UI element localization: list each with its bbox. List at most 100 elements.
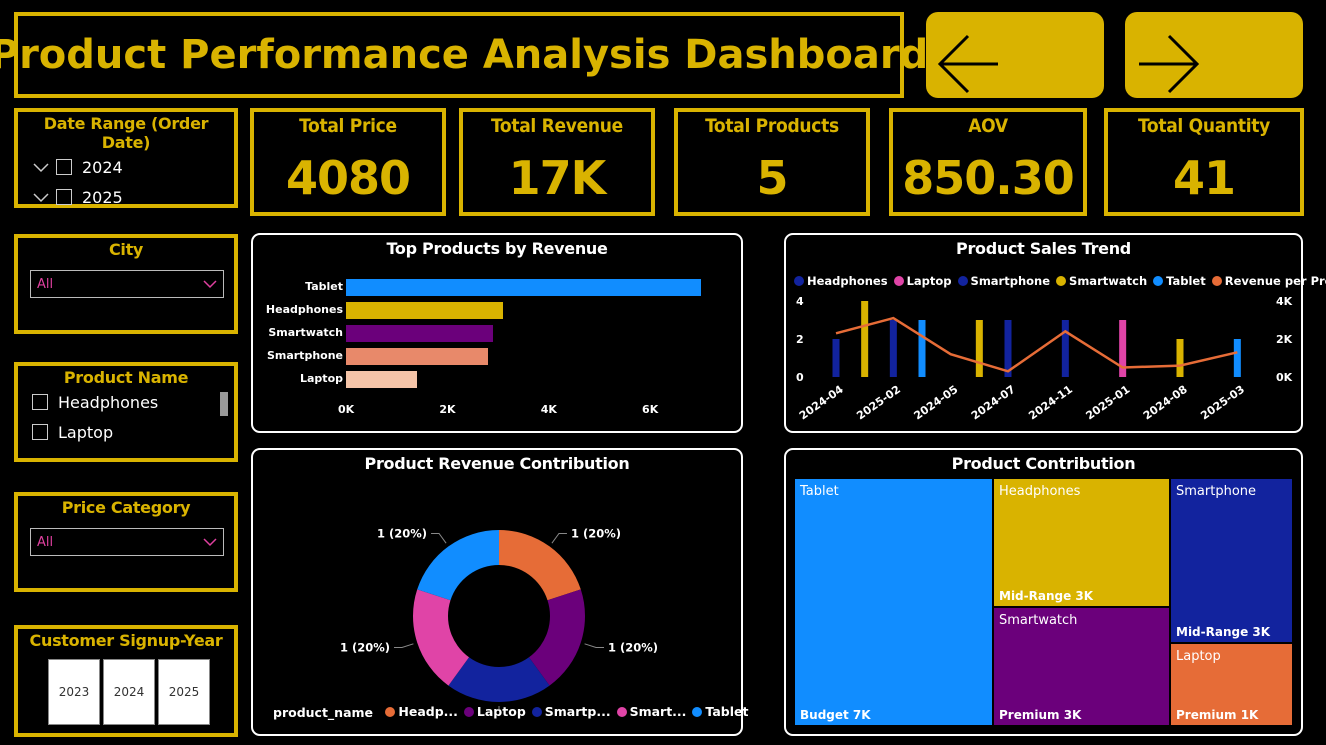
top-products-chart: Top Products by Revenue Tablet Headphones… xyxy=(251,233,743,433)
legend-label: Headphones xyxy=(807,274,888,288)
back-button[interactable] xyxy=(926,12,1104,98)
trend-bar[interactable] xyxy=(1061,320,1069,377)
bar[interactable] xyxy=(346,279,701,296)
chevron-down-icon xyxy=(203,538,217,547)
slicer-item-headphones[interactable]: Headphones xyxy=(18,387,234,417)
legend-dot xyxy=(1153,276,1164,286)
trend-bar[interactable] xyxy=(975,320,983,377)
tile-name: Tablet xyxy=(800,484,839,499)
checkbox[interactable] xyxy=(32,394,48,410)
legend-item[interactable]: Smartwatch xyxy=(1056,274,1147,288)
slicer-item-label: Laptop xyxy=(58,422,114,442)
slicer-item-label: 2025 xyxy=(82,187,123,207)
legend-label: Smartphone xyxy=(970,274,1051,288)
kpi-value: 850.30 xyxy=(902,151,1075,205)
bar-category-label: Headphones xyxy=(265,303,343,316)
slicer-title: Date Range (Order Date) xyxy=(43,114,209,152)
treemap-tile[interactable]: Headphones Mid-Range 3K xyxy=(993,478,1170,607)
tile-category-value: Mid-Range 3K xyxy=(999,589,1094,603)
kpi-label: Total Products xyxy=(705,115,839,137)
treemap-tile[interactable]: Smartwatch Premium 3K xyxy=(993,607,1170,726)
y-tick-label: 4 xyxy=(796,295,804,308)
slicer-item-laptop[interactable]: Laptop xyxy=(18,417,234,447)
slicer-item-2025[interactable]: 2025 xyxy=(18,182,234,212)
slicer-title: Price Category xyxy=(61,498,191,517)
data-label: 1 (20%) xyxy=(377,526,427,540)
chevron-down-icon xyxy=(203,280,217,289)
chart-title: Top Products by Revenue xyxy=(386,239,608,258)
year-tile-2024[interactable]: 2024 xyxy=(103,659,155,725)
bar[interactable] xyxy=(346,302,504,319)
kpi-value: 17K xyxy=(508,151,607,205)
legend-item[interactable]: Tablet xyxy=(1153,274,1206,288)
tile-name: Laptop xyxy=(1176,649,1221,664)
treemap-tile[interactable]: Tablet Budget 7K xyxy=(794,478,993,726)
slicer-item-label: 2024 xyxy=(82,157,123,177)
bar[interactable] xyxy=(346,325,493,342)
kpi-label: Total Revenue xyxy=(491,115,623,137)
slicer-item-2024[interactable]: 2024 xyxy=(18,152,234,182)
bar-category-label: Laptop xyxy=(300,372,343,385)
chevron-down-icon[interactable] xyxy=(32,188,50,206)
slicer-title: Customer Signup-Year xyxy=(29,631,223,650)
trend-bar[interactable] xyxy=(1176,339,1184,377)
checkbox[interactable] xyxy=(32,424,48,440)
kpi-aov: AOV 850.30 xyxy=(889,108,1087,216)
leader-line xyxy=(498,706,500,710)
x-tick-label: 0K xyxy=(338,403,355,416)
year-label: 2023 xyxy=(58,685,90,699)
product-contribution-treemap: Product Contribution Tablet Budget 7K Head… xyxy=(784,448,1303,736)
x-tick-label: 2K xyxy=(439,403,456,416)
legend-item[interactable]: Smartphone xyxy=(957,274,1051,288)
trend-bar[interactable] xyxy=(918,320,926,377)
kpi-label: Total Quantity xyxy=(1138,115,1270,137)
checkbox[interactable] xyxy=(56,189,72,205)
bar-category-label: Tablet xyxy=(305,280,343,293)
forward-button[interactable] xyxy=(1125,12,1303,98)
year-tile-2023[interactable]: 2023 xyxy=(48,659,100,725)
year-label: 2025 xyxy=(168,685,200,699)
scrollbar-thumb[interactable] xyxy=(220,392,228,416)
dashboard-title-box: Product Performance Analysis Dashboard xyxy=(0,12,928,98)
legend-item[interactable]: Revenue per Product xyxy=(1211,274,1326,288)
donut-slice[interactable] xyxy=(417,530,499,601)
legend-label: Laptop xyxy=(906,274,952,288)
bar-category-label: Smartphone xyxy=(266,349,343,362)
treemap-tile[interactable]: Smartphone Mid-Range 3K xyxy=(1170,478,1293,643)
y-tick-label: 2 xyxy=(796,333,804,346)
chart-title: Product Contribution xyxy=(951,454,1136,473)
chart-title: Product Sales Trend xyxy=(956,239,1131,258)
price-category-dropdown[interactable]: All xyxy=(30,528,224,556)
treemap-tile[interactable]: Laptop Premium 1K xyxy=(1170,643,1293,726)
bar-category-label: Smartwatch xyxy=(268,326,343,339)
kpi-value: 5 xyxy=(756,151,788,205)
legend-label: Revenue per Product xyxy=(1224,274,1326,288)
bar[interactable] xyxy=(346,371,417,388)
trend-bar[interactable] xyxy=(889,320,897,377)
year-tile-2025[interactable]: 2025 xyxy=(158,659,210,725)
trend-plot: 0240K2K4K2024-04 2025-02 2024-05 2024-07 202… xyxy=(796,295,1293,423)
kpi-total-products: Total Products 5 xyxy=(674,108,870,216)
trend-bar[interactable] xyxy=(861,301,869,377)
city-dropdown[interactable]: All xyxy=(30,270,224,298)
chevron-down-icon[interactable] xyxy=(32,158,50,176)
slicer-title: City xyxy=(108,240,144,259)
tile-category-value: Premium 3K xyxy=(999,708,1082,722)
checkbox[interactable] xyxy=(56,159,72,175)
donut-plot: 1 (20%)1 (20%)1 (20%)1 (20%)1 (20%) xyxy=(340,526,658,710)
trend-bar[interactable] xyxy=(1233,339,1241,377)
bar[interactable] xyxy=(346,348,488,365)
legend-item[interactable]: Laptop xyxy=(893,274,952,288)
revenue-contribution-chart: Product Revenue Contribution product_nam… xyxy=(251,448,748,736)
trend-bar[interactable] xyxy=(832,339,840,377)
leader-line xyxy=(393,643,414,649)
x-tick-label: 2025-02 xyxy=(854,383,903,423)
legend-item[interactable]: Headphones xyxy=(794,274,888,288)
legend-dot xyxy=(1211,276,1222,286)
chart-legend: Headphones Laptop Smartphone Smartwatch Tabl… xyxy=(794,271,1326,290)
arrow-left-icon xyxy=(937,34,998,94)
signup-year-slicer: Customer Signup-Year 2023 2024 2025 xyxy=(14,625,238,737)
donut-slice[interactable] xyxy=(499,530,581,601)
x-tick-label: 6K xyxy=(642,403,659,416)
data-label: 1 (20%) xyxy=(608,641,658,655)
